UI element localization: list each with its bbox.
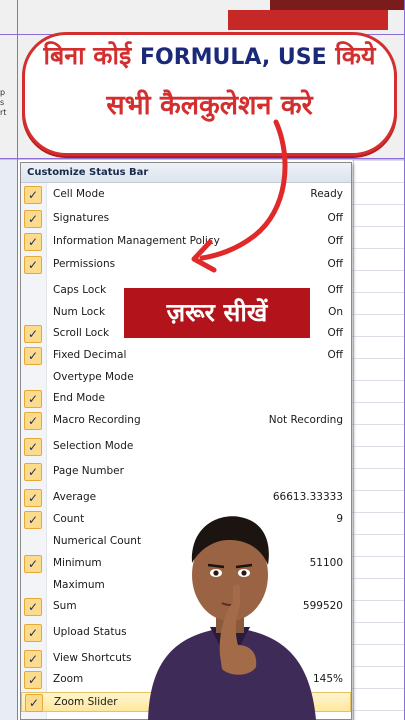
checkmark-icon: ✓ bbox=[24, 412, 42, 430]
menu-item-value: Not Recording bbox=[268, 414, 343, 426]
menu-item-label: Zoom bbox=[53, 673, 84, 685]
menu-item-value: 9 bbox=[336, 513, 343, 525]
menu-item-label: Permissions bbox=[53, 258, 116, 270]
menu-item-label: View Shortcuts bbox=[53, 652, 132, 664]
menu-item-overtype-mode[interactable]: Overtype Mode bbox=[21, 368, 351, 388]
menu-item-label: Selection Mode bbox=[53, 440, 134, 452]
checkmark-icon: ✓ bbox=[24, 650, 42, 668]
checkmark-icon: ✓ bbox=[24, 186, 42, 204]
menu-item-label: Minimum bbox=[53, 557, 102, 569]
menu-item-end-mode[interactable]: ✓ End Mode bbox=[21, 389, 351, 409]
worksheet-grid[interactable] bbox=[352, 160, 405, 720]
checkmark-icon: ✓ bbox=[24, 624, 42, 642]
checkmark-icon: ✓ bbox=[24, 256, 42, 274]
menu-item-page-number[interactable]: ✓ Page Number bbox=[21, 462, 351, 482]
checkmark-icon: ✓ bbox=[24, 598, 42, 616]
headline-suffix: किये bbox=[326, 41, 376, 70]
ribbon-dark-strip bbox=[270, 0, 405, 10]
menu-item-value: Off bbox=[327, 258, 344, 270]
headline-line-1: बिना कोई FORMULA, USE किये bbox=[22, 38, 397, 72]
menu-item-label: Cell Mode bbox=[53, 188, 105, 200]
presenter-photo bbox=[148, 516, 316, 720]
menu-item-label: End Mode bbox=[53, 392, 105, 404]
checkmark-icon: ✓ bbox=[24, 489, 42, 507]
menu-item-value: Off bbox=[327, 212, 344, 224]
menu-item-value: Off bbox=[327, 327, 344, 339]
menu-item-label: Signatures bbox=[53, 212, 110, 224]
menu-item-value: 66613.33333 bbox=[272, 491, 343, 503]
checkmark-icon: ✓ bbox=[24, 325, 42, 343]
menu-item-selection-mode[interactable]: ✓ Selection Mode bbox=[21, 437, 351, 457]
menu-item-label: Average bbox=[53, 491, 97, 503]
menu-item-value: Off bbox=[327, 349, 344, 361]
menu-item-label: Scroll Lock bbox=[53, 327, 110, 339]
ribbon-red-strip bbox=[228, 10, 388, 30]
menu-item-label: Zoom Slider bbox=[54, 696, 118, 708]
checkmark-icon: ✓ bbox=[24, 463, 42, 481]
checkmark-icon: ✓ bbox=[25, 694, 43, 712]
menu-item-value: Ready bbox=[310, 188, 343, 200]
menu-item-label: Numerical Count bbox=[53, 535, 142, 547]
menu-item-label: Overtype Mode bbox=[53, 371, 134, 383]
menu-item-label: Page Number bbox=[53, 465, 124, 477]
menu-item-label: Fixed Decimal bbox=[53, 349, 127, 361]
menu-item-value: Off bbox=[327, 235, 344, 247]
headline-english: FORMULA, USE bbox=[139, 45, 327, 70]
headline-line-2: सभी कैलकुलेशन करे bbox=[106, 90, 313, 121]
checkmark-icon: ✓ bbox=[24, 511, 42, 529]
curved-arrow-icon bbox=[191, 119, 288, 273]
checkmark-icon: ✓ bbox=[24, 347, 42, 365]
left-edge-text: p s rt bbox=[0, 88, 7, 117]
menu-item-label: Macro Recording bbox=[53, 414, 141, 426]
checkmark-icon: ✓ bbox=[24, 438, 42, 456]
menu-item-fixed-decimal[interactable]: ✓ Fixed Decimal Off bbox=[21, 346, 351, 366]
menu-item-label: Sum bbox=[53, 600, 77, 612]
checkmark-icon: ✓ bbox=[24, 390, 42, 408]
menu-item-label: Num Lock bbox=[53, 306, 106, 318]
checkmark-icon: ✓ bbox=[24, 555, 42, 573]
menu-item-macro-recording[interactable]: ✓ Macro Recording Not Recording bbox=[21, 411, 351, 431]
menu-item-value: Off bbox=[327, 284, 344, 296]
menu-item-label: Maximum bbox=[53, 579, 105, 591]
menu-item-label: Caps Lock bbox=[53, 284, 107, 296]
menu-item-value: On bbox=[328, 306, 343, 318]
headline-prefix: बिना कोई bbox=[43, 41, 140, 70]
checkmark-icon: ✓ bbox=[24, 210, 42, 228]
menu-item-label: Count bbox=[53, 513, 85, 525]
checkmark-icon: ✓ bbox=[24, 233, 42, 251]
menu-item-label: Upload Status bbox=[53, 626, 127, 638]
row-header-column bbox=[0, 160, 18, 720]
must-learn-badge: ज़रूर सीखें bbox=[124, 288, 310, 338]
checkmark-icon: ✓ bbox=[24, 671, 42, 689]
frame-line-left bbox=[17, 0, 18, 720]
